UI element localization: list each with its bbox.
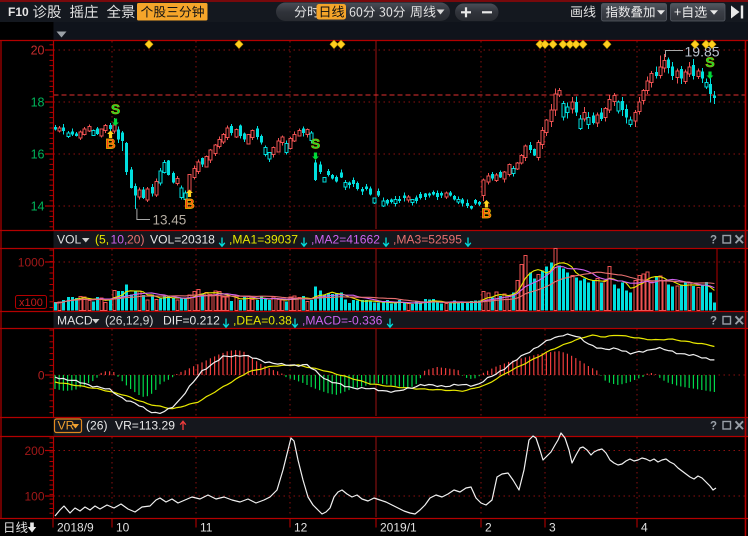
- svg-text:S: S: [705, 54, 714, 70]
- svg-text:?: ?: [710, 316, 717, 328]
- svg-text:1000: 1000: [18, 256, 45, 270]
- svg-text:?: ?: [710, 235, 717, 247]
- svg-text:200: 200: [24, 444, 44, 458]
- svg-text:S: S: [311, 136, 320, 152]
- svg-text:18: 18: [31, 96, 45, 110]
- svg-text:(26,12,9): (26,12,9): [105, 314, 153, 328]
- svg-text:B: B: [481, 205, 491, 221]
- svg-text:100: 100: [24, 490, 44, 504]
- svg-text:12: 12: [294, 521, 308, 535]
- svg-text:VOL=20318: VOL=20318: [150, 233, 215, 247]
- svg-text:2018/9: 2018/9: [57, 521, 94, 535]
- svg-text:,MA3=52595: ,MA3=52595: [393, 233, 462, 247]
- svg-text:10,: 10,: [111, 233, 128, 247]
- svg-text:14: 14: [31, 200, 45, 214]
- svg-text:3: 3: [549, 521, 556, 535]
- svg-text:VOL: VOL: [57, 233, 81, 247]
- svg-text:?: ?: [710, 421, 717, 433]
- svg-text:16: 16: [31, 148, 45, 162]
- svg-text:,MA2=41662: ,MA2=41662: [311, 233, 380, 247]
- svg-text:VR: VR: [58, 419, 75, 433]
- svg-text:B: B: [105, 136, 115, 152]
- svg-text:20): 20): [127, 233, 144, 247]
- svg-text:x100: x100: [19, 297, 43, 309]
- svg-text:B: B: [184, 196, 194, 212]
- svg-text:2019/1: 2019/1: [380, 521, 417, 535]
- svg-text:(5,: (5,: [95, 233, 109, 247]
- svg-text:DIF=0.212: DIF=0.212: [163, 314, 220, 328]
- svg-text:0: 0: [38, 369, 45, 383]
- svg-text:4: 4: [641, 521, 648, 535]
- svg-text:(26): (26): [86, 419, 108, 433]
- svg-text:11: 11: [200, 521, 213, 535]
- svg-text:2: 2: [485, 521, 492, 535]
- svg-text:20: 20: [31, 44, 45, 58]
- svg-text:,DEA=0.38: ,DEA=0.38: [233, 314, 292, 328]
- svg-text:13.45: 13.45: [153, 213, 187, 228]
- svg-text:VR=113.29: VR=113.29: [115, 419, 175, 433]
- svg-text:MACD: MACD: [57, 314, 93, 328]
- svg-text:S: S: [111, 101, 120, 117]
- svg-text:F10: F10: [8, 5, 29, 19]
- svg-text:,MACD=-0.336: ,MACD=-0.336: [302, 314, 383, 328]
- svg-text:,MA1=39037: ,MA1=39037: [229, 233, 298, 247]
- svg-text:10: 10: [116, 521, 130, 535]
